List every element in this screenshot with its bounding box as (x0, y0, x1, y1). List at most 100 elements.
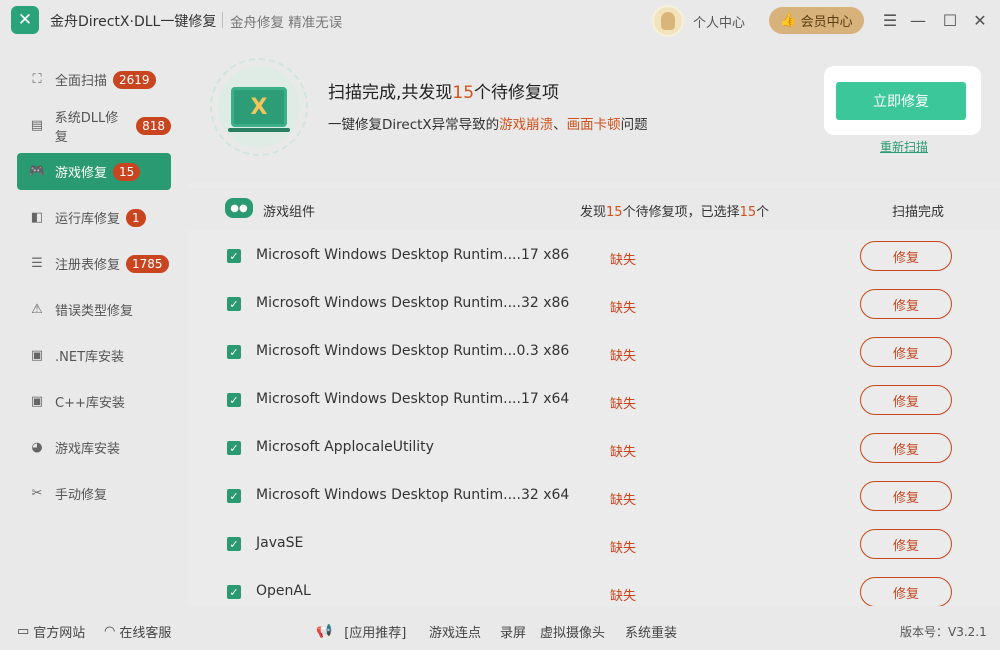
row-checkbox[interactable]: ✓ (227, 489, 241, 503)
user-center-link[interactable]: 个人中心 (693, 12, 745, 31)
user-icon (661, 12, 675, 30)
sidebar-item-label: C++库安装 (55, 396, 125, 411)
table-row: ✓ Microsoft Windows Desktop Runtim....17… (188, 376, 1000, 424)
gamepad-icon: 🎮 (28, 164, 46, 179)
recommend-label: 📢 [应用推荐] (316, 624, 407, 641)
close-icon[interactable]: ✕ (969, 9, 991, 31)
rescan-link[interactable]: 重新扫描 (880, 138, 928, 155)
footer-link-reinstall[interactable]: 系统重装 (625, 622, 677, 641)
row-checkbox[interactable]: ✓ (227, 249, 241, 263)
sidebar-item-error-type[interactable]: ⚠ 错误类型修复 (17, 291, 171, 328)
sidebar-item-label: 手动修复 (55, 488, 108, 503)
minimize-icon[interactable]: — (907, 9, 929, 31)
sidebar-item-label: .NET库安装 (55, 350, 125, 365)
row-checkbox[interactable]: ✓ (227, 537, 241, 551)
online-support-link[interactable]: ◠ 在线客服 (104, 622, 171, 641)
footer-link-autoclicker[interactable]: 游戏连点 (429, 622, 481, 641)
vip-center-label: 会员中心 (800, 15, 853, 30)
table-row: ✓ Microsoft Windows Desktop Runtim....32… (188, 280, 1000, 328)
sidebar-item-full-scan[interactable]: ⛶ 全面扫描 2619 (17, 61, 171, 98)
table-row: ✓ JavaSE 缺失 修复 (188, 520, 1000, 568)
scan-illustration: X (210, 58, 308, 156)
version-label: 版本号：V3.2.1 (900, 625, 987, 639)
vip-center-button[interactable]: 👍 会员中心 (769, 7, 864, 34)
footer: ▭ 官方网站 ◠ 在线客服 📢 [应用推荐] 游戏连点 录屏 虚拟摄像头 系统重… (0, 606, 1000, 650)
repair-button[interactable]: 修复 (860, 337, 952, 367)
sidebar-item-dotnet[interactable]: ▣ .NET库安装 (17, 337, 171, 374)
row-checkbox[interactable]: ✓ (227, 345, 241, 359)
app-slogan: 金舟修复 精准无误 (230, 15, 343, 31)
repair-button[interactable]: 修复 (860, 529, 952, 559)
dotnet-icon: ▣ (30, 348, 44, 363)
monitor-icon: ▭ (17, 624, 30, 639)
selection-summary: 发现15个待修复项，已选择15个 (580, 205, 770, 220)
sidebar-item-game-lib[interactable]: ◕ 游戏库安装 (17, 429, 171, 466)
table-row: ✓ OpenAL 缺失 修复 (188, 568, 1000, 606)
sidebar: ⛶ 全面扫描 2619 ▤ 系统DLL修复 818 🎮 游戏修复 15 ◧ 运行… (0, 40, 188, 606)
table-row: ✓ Microsoft ApplocaleUtility 缺失 修复 (188, 424, 1000, 472)
count-badge: 818 (136, 116, 171, 135)
sidebar-item-label: 全面扫描 (55, 74, 108, 89)
repair-button[interactable]: 修复 (860, 289, 952, 319)
sidebar-item-game-repair[interactable]: 🎮 游戏修复 15 (17, 153, 171, 190)
fix-now-highlight: 立即修复 (824, 66, 981, 135)
row-checkbox[interactable]: ✓ (227, 585, 241, 599)
thumbs-up-icon: 👍 (780, 13, 797, 28)
main-content: X 扫描完成,共发现15个待修复项 一键修复DirectX异常导致的游戏崩溃、画… (188, 40, 1000, 606)
status-missing: 缺失 (610, 397, 637, 412)
sidebar-item-label: 游戏库安装 (55, 442, 121, 457)
status-missing: 缺失 (610, 349, 637, 364)
sidebar-item-registry[interactable]: ☰ 注册表修复 1785 (17, 245, 171, 282)
scan-summary-panel: X 扫描完成,共发现15个待修复项 一键修复DirectX异常导致的游戏崩溃、画… (188, 40, 1000, 183)
status-missing: 缺失 (610, 493, 637, 508)
footer-link-recorder[interactable]: 录屏 (500, 622, 526, 641)
table-row: ✓ Microsoft Windows Desktop Runtim...0.3… (188, 328, 1000, 376)
count-badge: 2619 (113, 70, 156, 89)
status-missing: 缺失 (610, 541, 637, 556)
cpp-icon: ▣ (30, 394, 44, 409)
sidebar-item-system-dll[interactable]: ▤ 系统DLL修复 818 (17, 107, 171, 145)
count-badge: 15 (113, 162, 141, 181)
pacman-icon: ◕ (31, 440, 43, 455)
status-missing: 缺失 (610, 589, 637, 604)
row-checkbox[interactable]: ✓ (227, 393, 241, 407)
tools-icon: ✂ (31, 486, 43, 501)
scan-icon: ⛶ (32, 72, 42, 87)
official-website-link[interactable]: ▭ 官方网站 (17, 622, 85, 641)
warning-icon: ⚠ (31, 302, 43, 317)
table-row: ✓ Microsoft Windows Desktop Runtim....17… (188, 232, 1000, 280)
sidebar-item-label: 运行库修复 (55, 212, 121, 227)
sidebar-item-manual[interactable]: ✂ 手动修复 (17, 475, 171, 512)
sidebar-item-label: 游戏修复 (55, 166, 108, 181)
avatar[interactable] (652, 5, 684, 37)
component-name: Microsoft Windows Desktop Runtim....32 x… (256, 295, 570, 311)
component-name: Microsoft ApplocaleUtility (256, 439, 434, 455)
row-checkbox[interactable]: ✓ (227, 441, 241, 455)
repair-button[interactable]: 修复 (860, 577, 952, 606)
sidebar-item-cpp[interactable]: ▣ C++库安装 (17, 383, 171, 420)
footer-link-virtual-camera[interactable]: 虚拟摄像头 (540, 622, 605, 641)
component-name: Microsoft Windows Desktop Runtim....17 x… (256, 247, 570, 263)
count-badge: 1 (126, 208, 146, 227)
sidebar-item-runtime[interactable]: ◧ 运行库修复 1 (17, 199, 171, 236)
menu-icon[interactable]: ☰ (879, 9, 901, 31)
repair-button[interactable]: 修复 (860, 241, 952, 271)
repair-button[interactable]: 修复 (860, 481, 952, 511)
component-name: Microsoft Windows Desktop Runtim...0.3 x… (256, 343, 570, 359)
status-missing: 缺失 (610, 253, 637, 268)
fix-now-button[interactable]: 立即修复 (836, 82, 966, 120)
monitor-icon: X (228, 87, 290, 132)
column-header-component: 游戏组件 (263, 205, 316, 220)
headset-icon: ◠ (104, 624, 116, 639)
maximize-icon[interactable]: ☐ (939, 9, 961, 31)
scan-result-title: 扫描完成,共发现15个待修复项 (328, 83, 560, 103)
repair-button[interactable]: 修复 (860, 433, 952, 463)
component-name: OpenAL (256, 583, 311, 599)
component-name: Microsoft Windows Desktop Runtim....17 x… (256, 391, 570, 407)
row-checkbox[interactable]: ✓ (227, 297, 241, 311)
scan-result-desc: 一键修复DirectX异常导致的游戏崩溃、画面卡顿问题 (328, 117, 648, 133)
component-name: JavaSE (256, 535, 304, 551)
title-bar: ✕ 金舟DirectX·DLL一键修复 金舟修复 精准无误 个人中心 👍 会员中… (0, 0, 1000, 40)
megaphone-icon: 📢 (316, 624, 333, 639)
repair-button[interactable]: 修复 (860, 385, 952, 415)
